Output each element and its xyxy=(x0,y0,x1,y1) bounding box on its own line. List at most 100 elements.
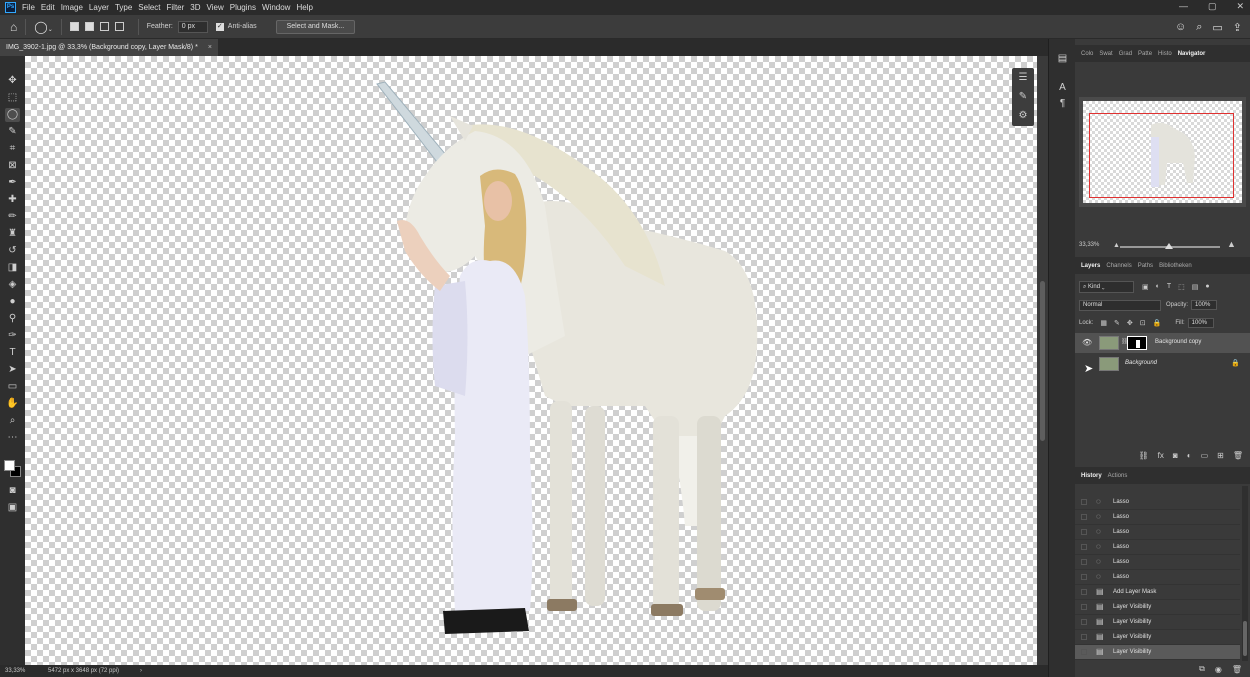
transparent-canvas[interactable] xyxy=(25,56,1037,665)
home-icon[interactable]: ⌂ xyxy=(10,20,17,34)
history-brush-tool-icon[interactable]: ↺ xyxy=(5,244,20,258)
more-tools-icon[interactable]: ⋯ xyxy=(5,431,20,445)
close-window-button[interactable]: ✕ xyxy=(1236,1,1244,12)
new-selection-icon[interactable] xyxy=(69,22,79,31)
layer-row-background-copy[interactable]: 👁 ⛓ Background copy xyxy=(1075,333,1250,353)
new-layer-icon[interactable]: ⊞ xyxy=(1217,451,1224,460)
subtract-selection-icon[interactable] xyxy=(99,22,109,31)
search-icon[interactable]: ⌕ xyxy=(1196,21,1202,34)
blur-tool-icon[interactable]: ● xyxy=(5,295,20,309)
eraser-tool-icon[interactable]: ◨ xyxy=(5,261,20,275)
history-scroll-thumb[interactable] xyxy=(1243,621,1247,656)
filter-toggle-icon[interactable]: ● xyxy=(1205,283,1209,291)
add-selection-icon[interactable] xyxy=(84,22,94,31)
history-checkbox[interactable] xyxy=(1081,544,1087,550)
menu-type[interactable]: Type xyxy=(115,3,132,12)
history-checkbox[interactable] xyxy=(1081,499,1087,505)
brush-settings-icon[interactable]: ✎ xyxy=(1012,87,1034,106)
fill-input[interactable]: 100% xyxy=(1187,318,1214,328)
history-item[interactable]: ▤ Layer Visibility xyxy=(1075,615,1240,630)
tab-color[interactable]: Colo xyxy=(1081,51,1093,57)
minimize-button[interactable]: — xyxy=(1179,1,1188,12)
menu-3d[interactable]: 3D xyxy=(190,3,200,12)
navigator-zoom[interactable]: 33,33% xyxy=(1079,242,1099,248)
history-checkbox[interactable] xyxy=(1081,514,1087,520)
new-document-from-state-icon[interactable]: ⧉ xyxy=(1199,664,1205,674)
menu-window[interactable]: Window xyxy=(262,3,290,12)
fx-icon[interactable]: fx xyxy=(1158,451,1164,460)
feather-input[interactable]: 0 px xyxy=(177,20,208,33)
link-layers-icon[interactable]: ⛓ xyxy=(1139,451,1149,460)
select-and-mask-button[interactable]: Select and Mask... xyxy=(275,19,356,34)
clone-stamp-tool-icon[interactable]: ♜ xyxy=(5,227,20,241)
menu-view[interactable]: View xyxy=(207,3,224,12)
path-selection-tool-icon[interactable]: ➤ xyxy=(5,363,20,377)
blend-mode-select[interactable]: Normal xyxy=(1079,299,1161,311)
tab-layers[interactable]: Layers xyxy=(1081,263,1100,269)
tab-channels[interactable]: Channels xyxy=(1106,263,1131,269)
history-checkbox[interactable] xyxy=(1081,559,1087,565)
history-item[interactable]: ▤ Layer Visibility xyxy=(1075,600,1240,615)
scroll-thumb[interactable] xyxy=(1040,281,1045,441)
history-item-current[interactable]: ▤ Layer Visibility xyxy=(1075,645,1240,660)
type-tool-icon[interactable]: T xyxy=(5,346,20,360)
history-checkbox[interactable] xyxy=(1081,649,1087,655)
quick-mask-icon[interactable]: ◙ xyxy=(5,484,20,498)
layer-row-background[interactable]: Background 🔒 xyxy=(1075,354,1250,374)
tab-navigator[interactable]: Navigator xyxy=(1178,51,1206,57)
rectangle-tool-icon[interactable]: ▭ xyxy=(5,380,20,394)
type-filter-icon[interactable]: T xyxy=(1167,283,1171,291)
crop-tool-icon[interactable]: ⌗ xyxy=(5,142,20,156)
history-checkbox[interactable] xyxy=(1081,589,1087,595)
zoom-in-icon[interactable]: ▲ xyxy=(1227,239,1236,249)
frame-tool-icon[interactable]: ⊠ xyxy=(5,159,20,173)
intersect-selection-icon[interactable] xyxy=(114,22,124,31)
trash-icon[interactable]: 🗑 xyxy=(1233,451,1243,460)
dodge-tool-icon[interactable]: ⚲ xyxy=(5,312,20,326)
menu-layer[interactable]: Layer xyxy=(89,3,109,12)
history-item[interactable]: ◌ Lasso xyxy=(1075,525,1240,540)
tab-history[interactable]: History xyxy=(1081,473,1102,479)
lock-transparent-icon[interactable]: ▦ xyxy=(1100,319,1107,327)
menu-image[interactable]: Image xyxy=(61,3,83,12)
history-item[interactable]: ◌ Lasso xyxy=(1075,555,1240,570)
workspace-icon[interactable]: ▭ xyxy=(1212,21,1222,34)
history-checkbox[interactable] xyxy=(1081,529,1087,535)
lock-artboard-icon[interactable]: ⊡ xyxy=(1140,319,1146,327)
group-icon[interactable]: ▭ xyxy=(1201,451,1209,460)
brush-tool-icon[interactable]: ✏ xyxy=(5,210,20,224)
close-document-icon[interactable]: × xyxy=(208,39,212,56)
history-scrollbar[interactable] xyxy=(1242,486,1248,661)
marquee-tool-icon[interactable]: ⬚ xyxy=(5,91,20,105)
move-tool-icon[interactable]: ✥ xyxy=(5,74,20,88)
maximize-button[interactable]: ▢ xyxy=(1208,1,1217,12)
learn-icon[interactable]: ▤ xyxy=(1055,52,1070,66)
navigator-zoom-slider[interactable] xyxy=(1120,243,1220,249)
tab-swatches[interactable]: Swat xyxy=(1099,51,1112,57)
lock-all-icon[interactable]: 🔒 xyxy=(1153,319,1162,327)
add-mask-icon[interactable]: ◙ xyxy=(1173,451,1178,460)
document-tab[interactable]: IMG_3902-1.jpg @ 33,3% (Background copy,… xyxy=(0,39,218,56)
status-menu-arrow[interactable]: › xyxy=(140,665,142,677)
menu-help[interactable]: Help xyxy=(296,3,312,12)
tab-libraries[interactable]: Bibliotheken xyxy=(1159,263,1192,269)
history-checkbox[interactable] xyxy=(1081,604,1087,610)
hand-tool-icon[interactable]: ✋ xyxy=(5,397,20,411)
snapshot-icon[interactable]: ◉ xyxy=(1215,665,1222,674)
paint-bucket-tool-icon[interactable]: ◈ xyxy=(5,278,20,292)
menu-edit[interactable]: Edit xyxy=(41,3,55,12)
paragraph-icon[interactable]: ¶ xyxy=(1055,97,1070,111)
opacity-input[interactable]: 100% xyxy=(1191,300,1218,310)
layer-mask-thumbnail[interactable] xyxy=(1127,336,1147,350)
history-item[interactable]: ▤ Add Layer Mask xyxy=(1075,585,1240,600)
pen-tool-icon[interactable]: ✑ xyxy=(5,329,20,343)
menu-select[interactable]: Select xyxy=(138,3,160,12)
menu-plugins[interactable]: Plugins xyxy=(230,3,256,12)
antialias-checkbox[interactable]: ✓ xyxy=(215,22,224,31)
history-checkbox[interactable] xyxy=(1081,634,1087,640)
lock-position-icon[interactable]: ✥ xyxy=(1127,319,1133,327)
adjustment-layer-icon[interactable]: ◐ xyxy=(1187,451,1192,460)
zoom-out-icon[interactable]: ▲ xyxy=(1113,242,1120,249)
tab-gradients[interactable]: Grad xyxy=(1119,51,1132,57)
kind-filter-select[interactable]: ⌕ Kind ⌄ xyxy=(1079,280,1134,293)
